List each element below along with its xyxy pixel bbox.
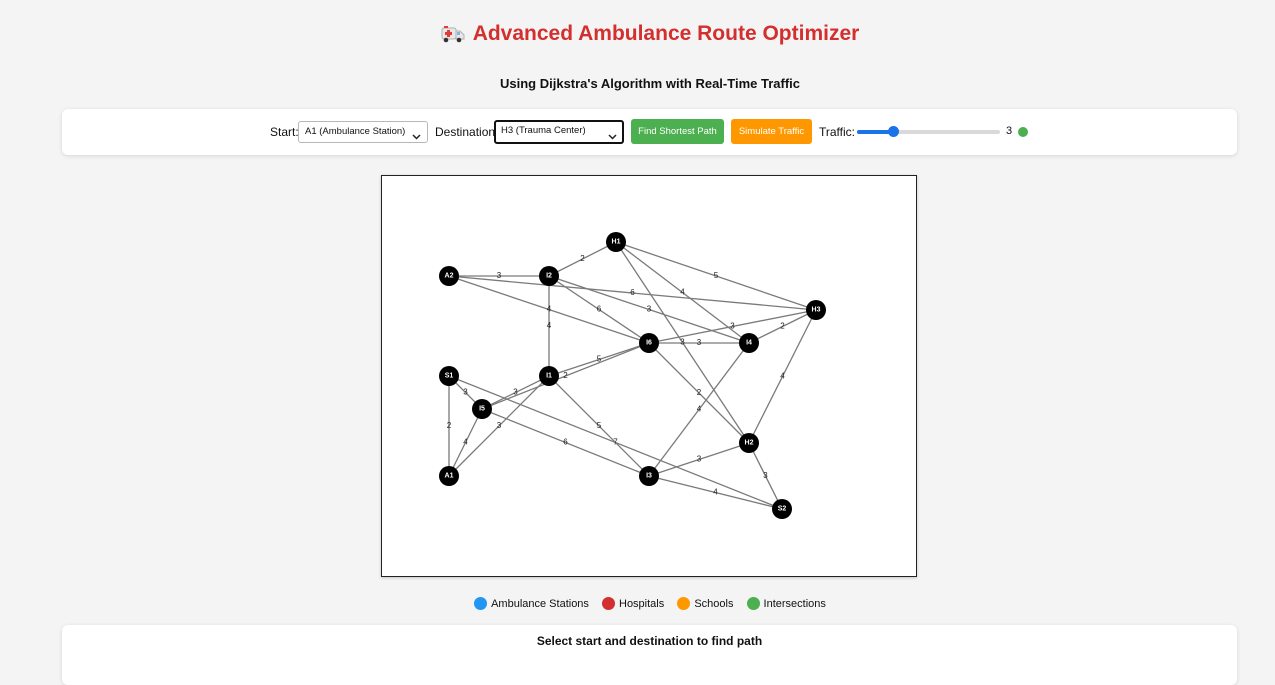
legend-dot [746,597,760,610]
page-subtitle: Using Dijkstra's Algorithm with Real-Tim… [500,76,800,91]
edge-weight-label: 4 [680,288,685,297]
node-h2[interactable]: H2 [739,433,759,453]
edge-weight-label: 3 [463,388,468,397]
node-a2[interactable]: A2 [439,266,459,286]
node-h1[interactable]: H1 [606,232,626,252]
legend-item-hospitals: Hospitals [602,597,664,610]
route-graph: 3 2 5 4 3 6 4 4 6 3 3 3 2 4 5 2 2 4 3 2 7 3 4 3 5 6 3 4 3 H1 A2 I2 H3 I6… [439,232,826,519]
legend-item-intersections: Intersections [746,597,826,610]
edge-weight-label: 3 [497,421,502,430]
destination-label: Destination: [435,125,499,139]
legend-item-ambulance-stations: Ambulance Stations [474,597,589,610]
page-title: Advanced Ambulance Route Optimizer [0,22,1275,49]
node-label: H3 [812,307,821,314]
edge-weight-label: 7 [613,438,618,447]
node-a1[interactable]: A1 [439,466,459,486]
node-i3[interactable]: I3 [639,466,659,486]
node-label: H1 [612,239,621,246]
legend-dot [602,597,615,610]
edge-weight-label: 3 [680,338,685,347]
destination-select[interactable]: H3 (Trauma Center) [494,120,624,144]
edge-weight-label: 4 [780,372,785,381]
simulate-traffic-button[interactable]: Simulate Traffic [731,119,812,144]
legend-item-schools: Schools [677,597,733,610]
edge-weight-label: 6 [597,305,602,314]
node-label: I3 [646,473,652,480]
edge-weight-label: 3 [497,271,502,280]
edge-weight-label: 4 [463,438,468,447]
traffic-label: Traffic: [819,125,856,139]
edge-weight-label: 4 [547,321,552,330]
graph-canvas[interactable]: 3 2 5 4 3 6 4 4 6 3 3 3 2 4 5 2 2 4 3 2 7 3 4 3 5 6 3 4 3 H1 A2 I2 H3 I6… [381,175,917,577]
legend-label: Hospitals [619,598,665,610]
edge-weight-label: 3 [763,471,768,480]
edge-weight-label: 5 [597,421,602,430]
node-label: S2 [778,506,787,513]
edge-weight-label: 6 [563,438,568,447]
node-h3[interactable]: H3 [806,300,826,320]
node-s1[interactable]: S1 [439,366,459,386]
node-label: A1 [445,473,454,480]
edge-weight-label: 6 [630,288,635,297]
node-label: I1 [546,373,552,380]
edge-weight-label: 2 [447,421,452,430]
edge-weight-label: 2 [780,322,785,331]
result-panel: Select start and destination to find pat… [62,625,1237,685]
chevron-down-icon [608,129,617,147]
edge-weight-label: 4 [697,405,702,414]
legend: Ambulance Stations Hospitals Schools Int… [0,597,1275,610]
node-s2[interactable]: S2 [772,499,792,519]
node-i6[interactable]: I6 [639,333,659,353]
start-select-value: A1 (Ambulance Station) [305,126,406,137]
node-i1[interactable]: I1 [539,366,559,386]
node-i2[interactable]: I2 [539,266,559,286]
node-i4[interactable]: I4 [739,333,759,353]
edge-weight-label: 2 [563,371,568,380]
node-i5[interactable]: I5 [472,399,492,419]
edge-weight-label: 5 [714,271,719,280]
node-label: I2 [546,273,552,280]
edge-weight-label: 2 [697,388,702,397]
node-label: I5 [479,406,485,413]
node-label: I4 [746,340,752,347]
destination-select-value: H3 (Trauma Center) [501,125,586,136]
page-title-text: Advanced Ambulance Route Optimizer [472,22,860,45]
node-label: I6 [646,340,652,347]
edge-weight-label: 5 [597,355,602,364]
traffic-status-indicator [1018,127,1028,137]
start-label: Start: [270,125,299,139]
node-label: H2 [745,440,754,447]
node-label: S1 [445,373,454,380]
legend-dot [677,597,691,610]
legend-label: Schools [694,598,734,610]
edge-weight-label: 3 [513,388,518,397]
start-select[interactable]: A1 (Ambulance Station) [298,121,428,143]
edge-weight-label: 3 [697,455,702,464]
edge-weight-label: 3 [647,305,652,314]
ambulance-icon [441,25,465,49]
edge-weight-label: 4 [713,488,718,497]
find-shortest-path-button[interactable]: Find Shortest Path [631,119,724,144]
legend-label: Intersections [763,598,826,610]
legend-label: Ambulance Stations [491,598,589,610]
legend-dot [474,597,488,610]
traffic-value: 3 [1006,125,1013,137]
traffic-slider[interactable] [857,130,1000,134]
chevron-down-icon [412,128,421,148]
edge-weight-label: 3 [697,338,702,347]
edge-weight-label: 2 [580,254,585,263]
edge-weight-label: 3 [730,322,735,331]
node-label: A2 [445,273,454,280]
edge-weight-label: 4 [547,305,552,314]
